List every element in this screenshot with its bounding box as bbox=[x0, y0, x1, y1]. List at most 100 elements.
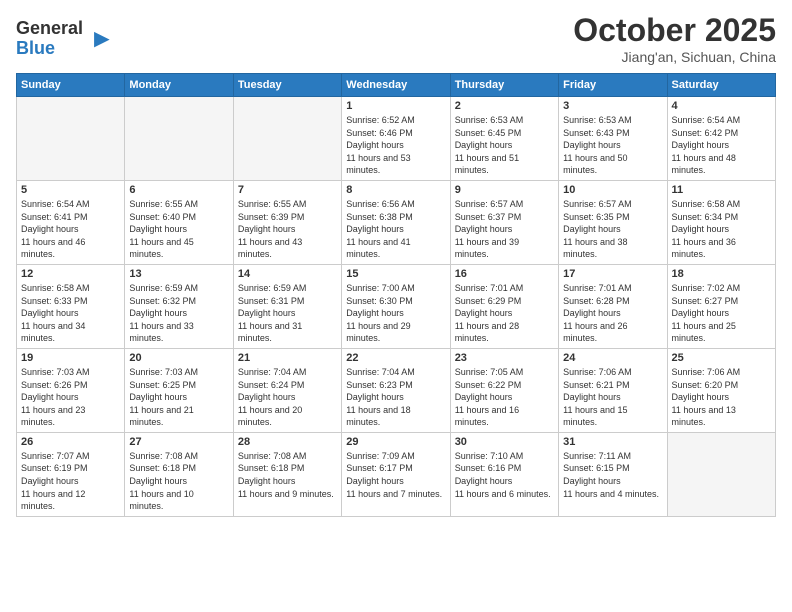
calendar-cell: 7 Sunrise: 6:55 AMSunset: 6:39 PMDaylight… bbox=[233, 180, 341, 264]
header-monday: Monday bbox=[125, 74, 233, 97]
header-wednesday: Wednesday bbox=[342, 74, 450, 97]
day-number: 26 bbox=[21, 436, 120, 448]
day-info: Sunrise: 7:04 AMSunset: 6:24 PMDaylight … bbox=[238, 366, 337, 429]
calendar-cell: 31 Sunrise: 7:11 AMSunset: 6:15 PMDayligh… bbox=[559, 432, 667, 516]
day-number: 11 bbox=[672, 184, 771, 196]
day-number: 13 bbox=[129, 268, 228, 280]
calendar-cell: 16 Sunrise: 7:01 AMSunset: 6:29 PMDayligh… bbox=[450, 264, 558, 348]
day-info: Sunrise: 6:55 AMSunset: 6:40 PMDaylight … bbox=[129, 198, 228, 261]
day-number: 29 bbox=[346, 436, 445, 448]
day-info: Sunrise: 7:08 AMSunset: 6:18 PMDaylight … bbox=[238, 450, 337, 500]
day-info: Sunrise: 7:02 AMSunset: 6:27 PMDaylight … bbox=[672, 282, 771, 345]
day-info: Sunrise: 7:05 AMSunset: 6:22 PMDaylight … bbox=[455, 366, 554, 429]
calendar-cell: 30Sunrise: 7:10 AMSunset: 6:16 PMDayligh… bbox=[450, 432, 558, 516]
day-info: Sunrise: 7:11 AMSunset: 6:15 PMDaylight … bbox=[563, 450, 662, 500]
day-number: 20 bbox=[129, 352, 228, 364]
calendar-cell bbox=[233, 97, 341, 181]
day-info: Sunrise: 6:54 AMSunset: 6:42 PMDaylight … bbox=[672, 114, 771, 177]
day-info: Sunrise: 6:54 AMSunset: 6:41 PMDaylight … bbox=[21, 198, 120, 261]
day-number: 5 bbox=[21, 184, 120, 196]
calendar-cell bbox=[17, 97, 125, 181]
day-number: 4 bbox=[672, 100, 771, 112]
day-number: 3 bbox=[563, 100, 662, 112]
calendar-cell: 8 Sunrise: 6:56 AMSunset: 6:38 PMDaylight… bbox=[342, 180, 450, 264]
calendar-cell: 10 Sunrise: 6:57 AMSunset: 6:35 PMDayligh… bbox=[559, 180, 667, 264]
day-info: Sunrise: 6:58 AMSunset: 6:34 PMDaylight … bbox=[672, 198, 771, 261]
calendar-week-1: 5 Sunrise: 6:54 AMSunset: 6:41 PMDaylight… bbox=[17, 180, 776, 264]
calendar-cell: 18 Sunrise: 7:02 AMSunset: 6:27 PMDayligh… bbox=[667, 264, 775, 348]
calendar-cell: 4 Sunrise: 6:54 AMSunset: 6:42 PMDaylight… bbox=[667, 97, 775, 181]
header: General Blue ► October 2025 Jiang'an, Si… bbox=[16, 12, 776, 65]
day-info: Sunrise: 7:07 AMSunset: 6:19 PMDaylight … bbox=[21, 450, 120, 513]
calendar-cell: 9 Sunrise: 6:57 AMSunset: 6:37 PMDaylight… bbox=[450, 180, 558, 264]
day-number: 6 bbox=[129, 184, 228, 196]
day-info: Sunrise: 6:53 AMSunset: 6:43 PMDaylight … bbox=[563, 114, 662, 177]
day-number: 17 bbox=[563, 268, 662, 280]
calendar-cell: 11 Sunrise: 6:58 AMSunset: 6:34 PMDayligh… bbox=[667, 180, 775, 264]
page: General Blue ► October 2025 Jiang'an, Si… bbox=[0, 0, 792, 612]
day-number: 10 bbox=[563, 184, 662, 196]
calendar-cell: 25Sunrise: 7:06 AMSunset: 6:20 PMDayligh… bbox=[667, 348, 775, 432]
calendar-cell: 19 Sunrise: 7:03 AMSunset: 6:26 PMDayligh… bbox=[17, 348, 125, 432]
calendar: Sunday Monday Tuesday Wednesday Thursday… bbox=[16, 73, 776, 517]
day-number: 8 bbox=[346, 184, 445, 196]
day-number: 21 bbox=[238, 352, 337, 364]
calendar-cell: 27 Sunrise: 7:08 AMSunset: 6:18 PMDayligh… bbox=[125, 432, 233, 516]
day-number: 15 bbox=[346, 268, 445, 280]
day-number: 9 bbox=[455, 184, 554, 196]
day-number: 23 bbox=[455, 352, 554, 364]
day-info: Sunrise: 6:55 AMSunset: 6:39 PMDaylight … bbox=[238, 198, 337, 261]
day-info: Sunrise: 6:58 AMSunset: 6:33 PMDaylight … bbox=[21, 282, 120, 345]
calendar-week-2: 12Sunrise: 6:58 AMSunset: 6:33 PMDayligh… bbox=[17, 264, 776, 348]
header-thursday: Thursday bbox=[450, 74, 558, 97]
location-subtitle: Jiang'an, Sichuan, China bbox=[573, 49, 776, 65]
day-info: Sunrise: 6:56 AMSunset: 6:38 PMDaylight … bbox=[346, 198, 445, 261]
day-info: Sunrise: 7:10 AMSunset: 6:16 PMDaylight … bbox=[455, 450, 554, 500]
day-info: Sunrise: 6:52 AMSunset: 6:46 PMDaylight … bbox=[346, 114, 445, 177]
calendar-cell: 2 Sunrise: 6:53 AMSunset: 6:45 PMDaylight… bbox=[450, 97, 558, 181]
calendar-cell: 29 Sunrise: 7:09 AMSunset: 6:17 PMDayligh… bbox=[342, 432, 450, 516]
title-section: October 2025 Jiang'an, Sichuan, China bbox=[573, 12, 776, 65]
day-number: 25 bbox=[672, 352, 771, 364]
day-info: Sunrise: 6:53 AMSunset: 6:45 PMDaylight … bbox=[455, 114, 554, 177]
day-number: 27 bbox=[129, 436, 228, 448]
calendar-cell: 22Sunrise: 7:04 AMSunset: 6:23 PMDayligh… bbox=[342, 348, 450, 432]
header-sunday: Sunday bbox=[17, 74, 125, 97]
day-number: 14 bbox=[238, 268, 337, 280]
calendar-cell: 24 Sunrise: 7:06 AMSunset: 6:21 PMDayligh… bbox=[559, 348, 667, 432]
calendar-cell: 15 Sunrise: 7:00 AMSunset: 6:30 PMDayligh… bbox=[342, 264, 450, 348]
day-info: Sunrise: 7:03 AMSunset: 6:25 PMDaylight … bbox=[129, 366, 228, 429]
day-number: 22 bbox=[346, 352, 445, 364]
day-info: Sunrise: 7:08 AMSunset: 6:18 PMDaylight … bbox=[129, 450, 228, 513]
day-info: Sunrise: 6:57 AMSunset: 6:37 PMDaylight … bbox=[455, 198, 554, 261]
day-info: Sunrise: 7:06 AMSunset: 6:21 PMDaylight … bbox=[563, 366, 662, 429]
day-number: 28 bbox=[238, 436, 337, 448]
month-title: October 2025 bbox=[573, 12, 776, 49]
weekday-header-row: Sunday Monday Tuesday Wednesday Thursday… bbox=[17, 74, 776, 97]
day-info: Sunrise: 7:09 AMSunset: 6:17 PMDaylight … bbox=[346, 450, 445, 500]
day-info: Sunrise: 6:57 AMSunset: 6:35 PMDaylight … bbox=[563, 198, 662, 261]
calendar-cell: 5 Sunrise: 6:54 AMSunset: 6:41 PMDaylight… bbox=[17, 180, 125, 264]
day-info: Sunrise: 7:01 AMSunset: 6:29 PMDaylight … bbox=[455, 282, 554, 345]
calendar-week-3: 19 Sunrise: 7:03 AMSunset: 6:26 PMDayligh… bbox=[17, 348, 776, 432]
day-number: 16 bbox=[455, 268, 554, 280]
day-number: 19 bbox=[21, 352, 120, 364]
calendar-cell: 21 Sunrise: 7:04 AMSunset: 6:24 PMDayligh… bbox=[233, 348, 341, 432]
day-info: Sunrise: 7:00 AMSunset: 6:30 PMDaylight … bbox=[346, 282, 445, 345]
header-saturday: Saturday bbox=[667, 74, 775, 97]
logo-icon: ► bbox=[89, 23, 115, 54]
calendar-cell: 13Sunrise: 6:59 AMSunset: 6:32 PMDayligh… bbox=[125, 264, 233, 348]
day-number: 18 bbox=[672, 268, 771, 280]
calendar-cell: 12Sunrise: 6:58 AMSunset: 6:33 PMDayligh… bbox=[17, 264, 125, 348]
day-number: 24 bbox=[563, 352, 662, 364]
day-number: 2 bbox=[455, 100, 554, 112]
logo: General Blue ► bbox=[16, 19, 115, 59]
day-number: 31 bbox=[563, 436, 662, 448]
calendar-cell: 3 Sunrise: 6:53 AMSunset: 6:43 PMDaylight… bbox=[559, 97, 667, 181]
logo-blue: Blue bbox=[16, 39, 83, 59]
day-info: Sunrise: 7:01 AMSunset: 6:28 PMDaylight … bbox=[563, 282, 662, 345]
day-number: 7 bbox=[238, 184, 337, 196]
header-tuesday: Tuesday bbox=[233, 74, 341, 97]
day-info: Sunrise: 7:03 AMSunset: 6:26 PMDaylight … bbox=[21, 366, 120, 429]
day-number: 1 bbox=[346, 100, 445, 112]
